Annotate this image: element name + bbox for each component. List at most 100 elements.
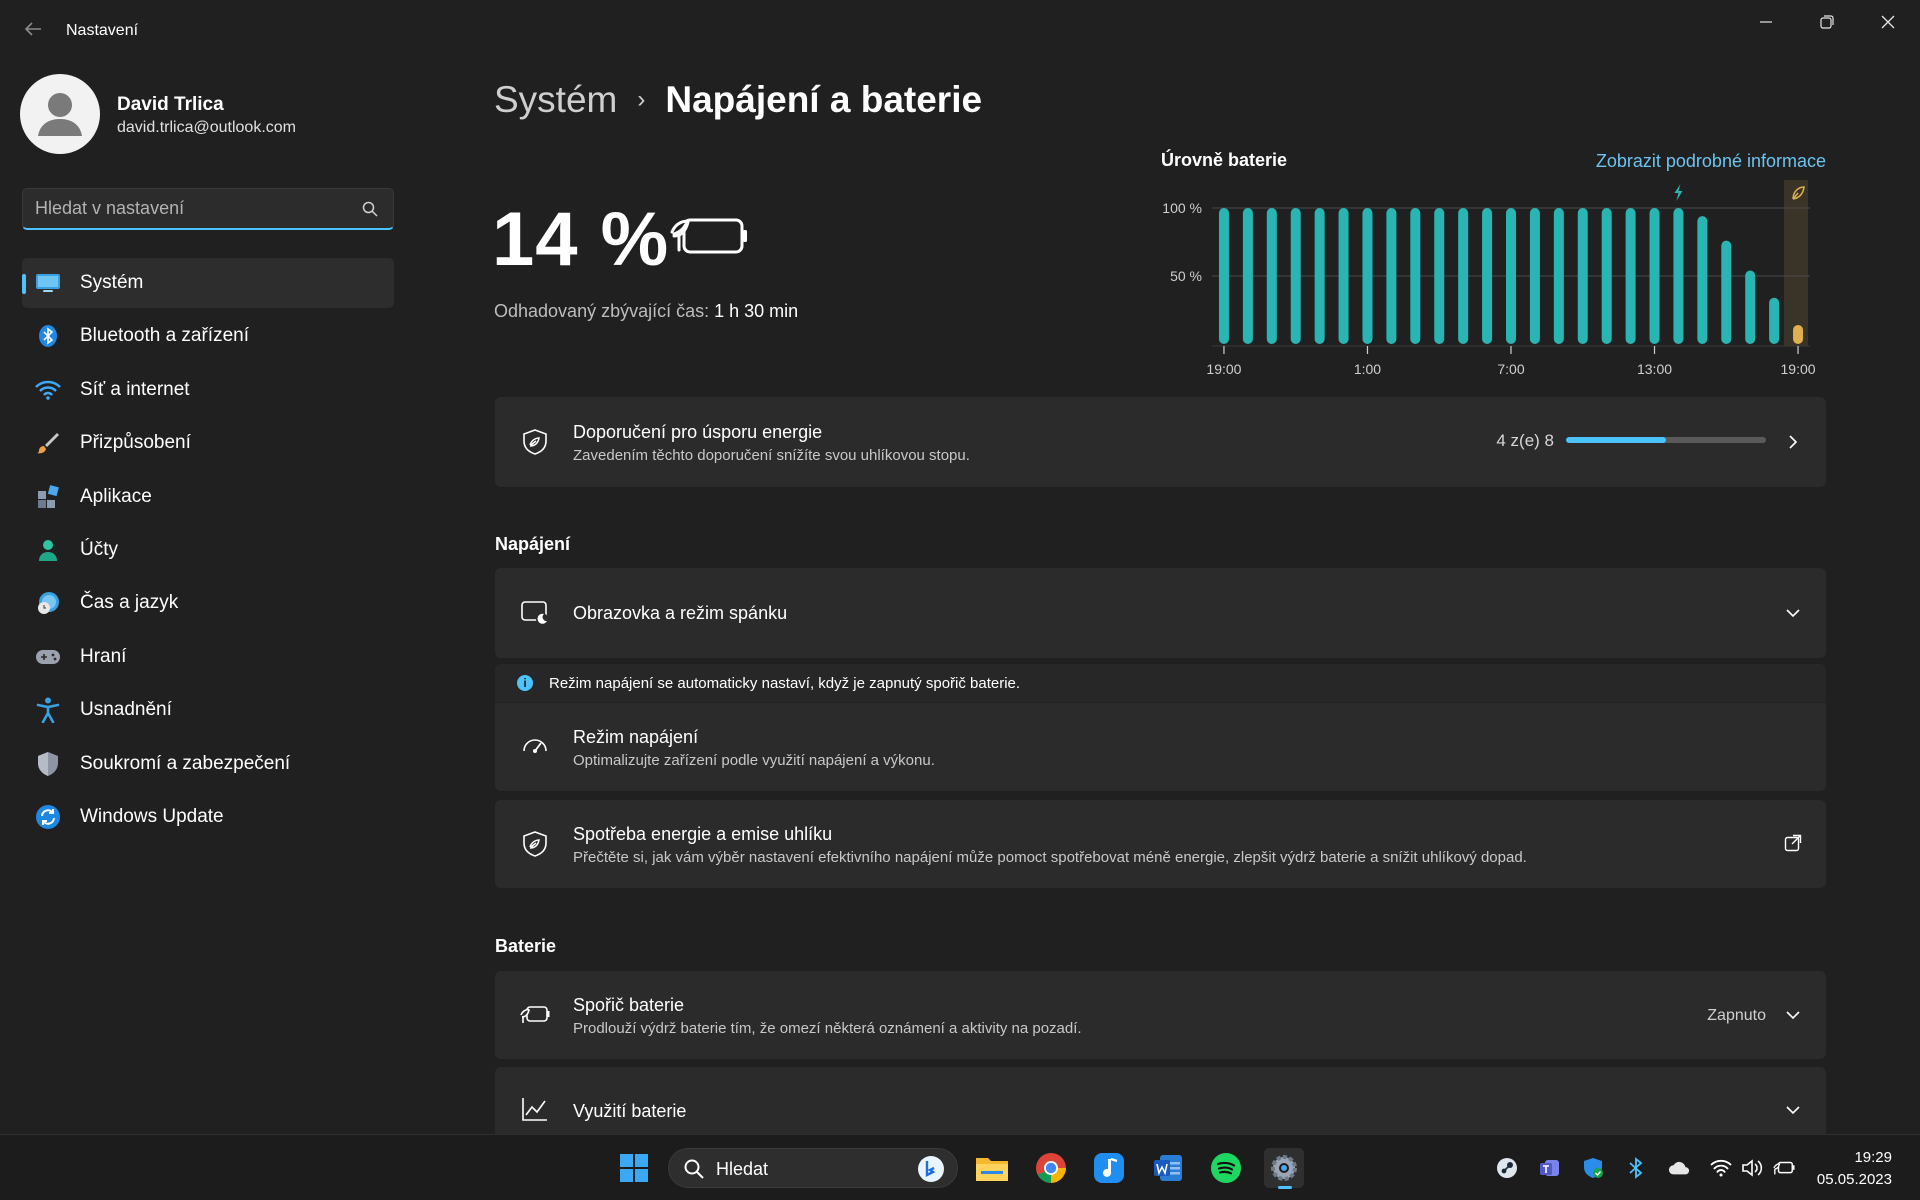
battery-icon[interactable]	[1773, 1157, 1795, 1179]
chart-line-icon	[519, 1093, 551, 1125]
breadcrumb-parent[interactable]: Systém	[494, 79, 617, 121]
chrome-icon[interactable]	[1031, 1148, 1071, 1188]
sidebar-item-label: Síť a internet	[80, 378, 190, 400]
sidebar-item-time-language[interactable]: Čas a jazyk	[22, 578, 394, 628]
file-explorer-icon[interactable]	[972, 1148, 1012, 1188]
y-tick-label: 100 %	[1162, 200, 1202, 216]
energy-consumption-card[interactable]: Spotřeba energie a emise uhlíku Přečtěte…	[495, 800, 1826, 888]
card-title: Využití baterie	[573, 1101, 687, 1121]
wifi-icon[interactable]	[1710, 1157, 1732, 1179]
chevron-down-icon[interactable]	[1784, 1006, 1802, 1024]
defender-icon[interactable]	[1582, 1157, 1604, 1179]
battery-usage-card[interactable]: Využití baterie	[495, 1067, 1826, 1134]
sidebar-item-system[interactable]: Systém	[22, 258, 394, 308]
settings-icon[interactable]	[1264, 1148, 1304, 1189]
steam-icon[interactable]	[1496, 1157, 1518, 1179]
search-icon[interactable]	[361, 200, 379, 218]
external-link-icon[interactable]	[1784, 834, 1802, 852]
battery-bar[interactable]	[1386, 208, 1397, 344]
sidebar-item-gaming[interactable]: Hraní	[22, 632, 394, 682]
charging-bolt-icon	[1674, 184, 1683, 201]
taskbar-clock-time[interactable]: 19:29	[1854, 1149, 1892, 1166]
battery-saver-icon	[670, 214, 750, 263]
maximize-icon[interactable]	[1797, 6, 1857, 38]
battery-bar[interactable]	[1697, 216, 1708, 344]
section-power: Napájení	[495, 534, 571, 554]
battery-bar[interactable]	[1721, 240, 1732, 344]
battery-bar[interactable]	[1362, 208, 1373, 344]
screen-sleep-card[interactable]: Obrazovka a režim spánku	[495, 568, 1826, 658]
volume-icon[interactable]	[1741, 1157, 1763, 1179]
settings-search[interactable]	[22, 188, 394, 230]
user-profile[interactable]: David Trlica david.trlica@outlook.com	[20, 74, 400, 156]
leaf-shield-icon	[519, 828, 551, 860]
sidebar-item-label: Usnadnění	[80, 699, 172, 721]
word-icon[interactable]	[1148, 1148, 1188, 1188]
minimize-icon[interactable]	[1736, 6, 1796, 38]
battery-bar[interactable]	[1242, 208, 1253, 344]
battery-bar[interactable]	[1314, 208, 1325, 344]
windows-start-icon[interactable]	[614, 1148, 654, 1188]
battery-bar[interactable]	[1673, 208, 1684, 344]
battery-bar[interactable]	[1793, 324, 1804, 344]
battery-bar[interactable]	[1529, 208, 1540, 344]
battery-bar[interactable]	[1625, 208, 1636, 344]
power-mode-card[interactable]: Režim napájení Optimalizujte zařízení po…	[495, 703, 1826, 791]
battery-bar[interactable]	[1458, 208, 1469, 344]
apps-icon	[34, 483, 62, 511]
info-bar: i Režim napájení se automaticky nastaví,…	[495, 664, 1826, 702]
battery-bar[interactable]	[1218, 208, 1229, 344]
sidebar-item-accessibility[interactable]: Usnadnění	[22, 685, 394, 735]
battery-bar[interactable]	[1553, 208, 1564, 344]
close-icon[interactable]	[1858, 6, 1918, 38]
battery-bar[interactable]	[1506, 208, 1516, 344]
avatar	[20, 74, 100, 154]
sidebar-item-accounts[interactable]: Účty	[22, 525, 394, 575]
chevron-down-icon[interactable]	[1784, 604, 1802, 622]
sidebar-item-bluetooth[interactable]: Bluetooth a zařízení	[22, 311, 394, 361]
sidebar-item-apps[interactable]: Aplikace	[22, 472, 394, 522]
onedrive-icon[interactable]	[1668, 1157, 1690, 1179]
info-icon: i	[517, 675, 533, 691]
sidebar-nav: Systém Bluetooth a zařízení Síť a intern…	[22, 258, 394, 845]
system-icon	[34, 269, 62, 297]
sidebar-item-privacy[interactable]: Soukromí a zabezpečení	[22, 739, 394, 789]
music-app-icon[interactable]	[1089, 1148, 1129, 1188]
battery-bar[interactable]	[1769, 297, 1780, 344]
battery-bar[interactable]	[1745, 270, 1756, 344]
breadcrumb: Systém › Napájení a baterie	[494, 74, 982, 126]
progress-count: 4 z(e) 8	[1496, 431, 1554, 450]
battery-saver-card[interactable]: Spořič baterie Prodlouží výdrž baterie t…	[495, 971, 1826, 1059]
battery-bar[interactable]	[1649, 208, 1660, 344]
search-input[interactable]	[23, 189, 343, 227]
sidebar-item-personalization[interactable]: Přizpůsobení	[22, 418, 394, 468]
battery-bar[interactable]	[1482, 208, 1493, 344]
sidebar-item-label: Přizpůsobení	[80, 432, 191, 454]
estimate-value: 1 h 30 min	[714, 301, 799, 321]
taskbar-search[interactable]: Hledat	[668, 1148, 958, 1188]
bluetooth-icon[interactable]	[1625, 1157, 1647, 1179]
estimate-label: Odhadovaný zbývající čas:	[494, 301, 710, 321]
update-icon	[34, 803, 62, 831]
energy-recommendations-card[interactable]: Doporučení pro úsporu energie Zavedením …	[495, 397, 1826, 487]
chevron-down-icon[interactable]	[1784, 1101, 1802, 1119]
sidebar-item-network[interactable]: Síť a internet	[22, 365, 394, 415]
taskbar-clock-date[interactable]: 05.05.2023	[1817, 1171, 1892, 1188]
spotify-icon[interactable]	[1206, 1148, 1246, 1188]
battery-bar[interactable]	[1410, 208, 1421, 344]
battery-details-link[interactable]: Zobrazit podrobné informace	[1596, 151, 1826, 172]
battery-bar[interactable]	[1434, 208, 1445, 344]
saver-period-band	[1784, 180, 1808, 346]
battery-bar[interactable]	[1266, 208, 1277, 344]
time-language-icon	[34, 589, 62, 617]
battery-bar[interactable]	[1290, 208, 1301, 344]
sidebar-item-windows-update[interactable]: Windows Update	[22, 792, 394, 842]
back-arrow-icon[interactable]	[20, 18, 46, 44]
teams-icon[interactable]	[1539, 1157, 1561, 1179]
bing-icon[interactable]	[917, 1155, 945, 1188]
battery-bar[interactable]	[1338, 208, 1349, 344]
card-title: Režim napájení	[573, 727, 699, 747]
battery-bar[interactable]	[1577, 208, 1588, 344]
leaf-shield-icon	[519, 426, 551, 458]
battery-bar[interactable]	[1601, 208, 1612, 344]
